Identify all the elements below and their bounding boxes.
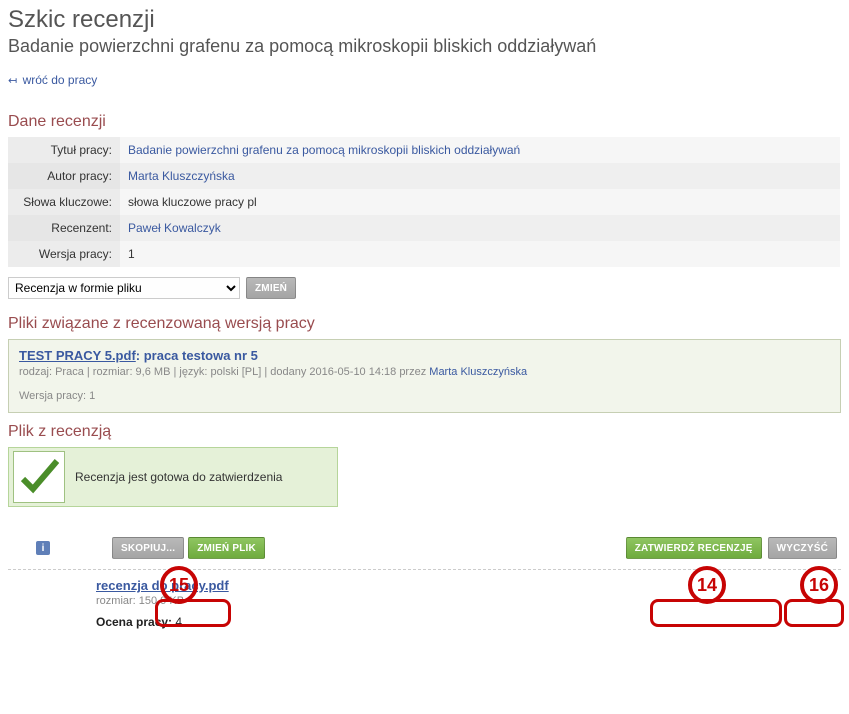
approve-review-button[interactable]: ZATWIERDŹ RECENZJĘ [626,537,762,559]
info-icon[interactable]: i [36,541,50,555]
label-autor: Autor pracy: [8,163,120,189]
copy-button[interactable]: SKOPIUJ... [112,537,184,559]
back-arrow-icon: ↤ [8,75,17,87]
dashed-separator [8,569,841,570]
label-slowa: Słowa kluczowe: [8,189,120,215]
clear-button[interactable]: WYCZYŚĆ [768,537,837,559]
ready-text: Recenzja jest gotowa do zatwierdzenia [75,470,282,484]
actions-row: i SKOPIUJ... ZMIEŃ PLIK ZATWIERDŹ RECENZ… [8,531,841,565]
value-tytul-link[interactable]: Badanie powierzchni grafenu za pomocą mi… [128,143,520,157]
change-button[interactable]: ZMIEŃ [246,277,296,299]
change-file-button[interactable]: ZMIEŃ PLIK [188,537,265,559]
value-wersja: 1 [120,241,840,267]
work-file-link[interactable]: TEST PRACY 5.pdf [19,348,136,363]
work-file-author-link[interactable]: Marta Kluszczyńska [429,366,527,378]
value-slowa: słowa kluczowe pracy pl [120,189,840,215]
value-recenzent-link[interactable]: Paweł Kowalczyk [128,221,221,235]
details-table: Tytuł pracy: Badanie powierzchni grafenu… [8,137,840,267]
section-heading-files: Pliki związane z recenzowaną wersją prac… [8,315,849,333]
review-file-link[interactable]: recenzja do pracy.pdf [96,578,229,593]
review-score: Ocena pracy: 4 [96,615,841,629]
value-autor-link[interactable]: Marta Kluszczyńska [128,169,235,183]
page-title: Szkic recenzji [8,6,849,34]
check-icon [13,451,65,503]
label-tytul: Tytuł pracy: [8,137,120,163]
back-link-label: wróć do pracy [23,73,98,87]
review-file-block: recenzja do pracy.pdf rozmiar: 150,9 KB … [96,578,841,649]
work-file-box: TEST PRACY 5.pdf: praca testowa nr 5 rod… [8,339,841,413]
review-file-meta: rozmiar: 150,9 KB [96,595,841,607]
label-recenzent: Recenzent: [8,215,120,241]
label-wersja: Wersja pracy: [8,241,120,267]
work-file-version: Wersja pracy: 1 [19,390,830,402]
section-heading-review-file: Plik z recenzją [8,423,849,441]
work-file-desc: : praca testowa nr 5 [136,348,258,363]
review-form-select[interactable]: Recenzja w formie pliku [8,277,240,299]
page-subtitle: Badanie powierzchni grafenu za pomocą mi… [8,36,849,57]
back-link[interactable]: ↤ wróć do pracy [8,73,97,87]
work-file-meta: rodzaj: Praca | rozmiar: 9,6 MB | język:… [19,366,830,378]
section-heading-details: Dane recenzji [8,113,849,131]
ready-box: Recenzja jest gotowa do zatwierdzenia [8,447,338,507]
